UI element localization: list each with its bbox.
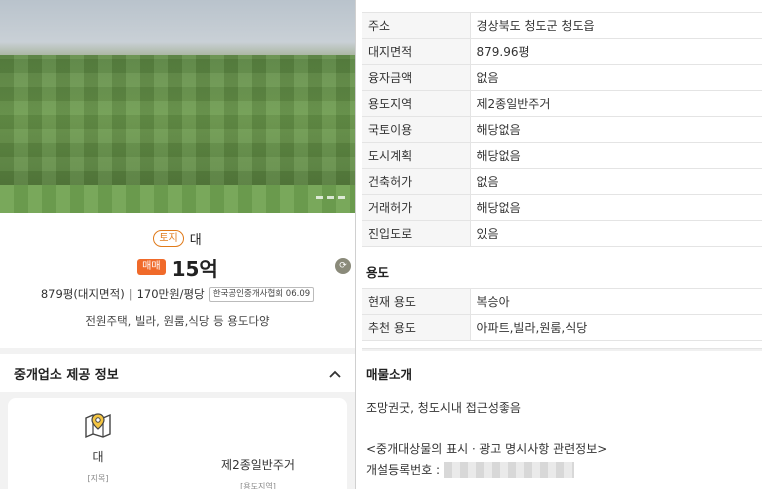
agent-info-card: 대 [지목] 제2종일반주거 [용도지역]: [8, 398, 347, 489]
detail-key: 대지면적: [362, 38, 471, 65]
info-value: 제2종일반주거: [221, 458, 295, 472]
intro-section-title: 매물소개: [366, 367, 413, 382]
agent-info-body: 대 [지목] 제2종일반주거 [용도지역]: [0, 392, 355, 489]
detail-row: 도시계획 해당없음: [362, 142, 762, 169]
redacted-registration-number: [444, 461, 575, 478]
info-label: [지목]: [87, 474, 109, 483]
detail-key: 건축허가: [362, 168, 471, 195]
price: 15억: [171, 256, 218, 281]
map-pin-icon: [85, 413, 111, 439]
detail-value: 해당없음: [470, 142, 762, 169]
chevron-up-icon[interactable]: [329, 366, 341, 381]
intro-text: 조망권굿, 청도시내 접근성좋음: [366, 401, 521, 415]
info-zoning: 제2종일반주거 [용도지역]: [198, 410, 318, 489]
photo-pager-indicator[interactable]: [316, 196, 345, 199]
detail-key: 주소: [362, 12, 471, 39]
detail-key: 거래허가: [362, 194, 471, 221]
detail-row: 주소 경상북도 청도군 청도읍: [362, 12, 762, 39]
detail-row: 융자금액 없음: [362, 64, 762, 91]
detail-key: 국토이용: [362, 116, 471, 143]
property-detail-table: 주소 경상북도 청도군 청도읍 대지면적 879.96평 융자금액 없음 용도지역 제2종일반…: [362, 12, 762, 247]
info-land-category: 대 [지목]: [68, 410, 128, 484]
detail-panel: 주소 경상북도 청도군 청도읍 대지면적 879.96평 융자금액 없음 용도지역 제2종일반…: [356, 0, 773, 489]
agent-info-header[interactable]: 중개업소 제공 정보: [0, 348, 355, 392]
listing-summary: 토지 대 매매 15억 879평(대지면적) | 170만원/평당 한국공인중개…: [0, 228, 355, 329]
detail-value: 879.96평: [470, 38, 762, 65]
detail-row: 추천 용도 아파트,빌라,원룸,식당: [362, 314, 762, 341]
unit-price: 170만원/평당: [136, 287, 205, 301]
property-photo[interactable]: [0, 0, 355, 213]
property-type-badge: 토지: [153, 229, 184, 247]
listing-panel: 토지 대 매매 15억 879평(대지면적) | 170만원/평당 한국공인중개…: [0, 0, 355, 489]
detail-value: 아파트,빌라,원룸,식당: [470, 314, 762, 341]
detail-value: 복승아: [470, 288, 762, 315]
detail-row: 진입도로 있음: [362, 220, 762, 247]
detail-key: 용도지역: [362, 90, 471, 117]
detail-row: 용도지역 제2종일반주거: [362, 90, 762, 117]
detail-row: 거래허가 해당없음: [362, 194, 762, 221]
detail-value: 제2종일반주거: [470, 90, 762, 117]
detail-key: 진입도로: [362, 220, 471, 247]
info-label: [용도지역]: [240, 482, 276, 489]
detail-value: 없음: [470, 168, 762, 195]
detail-key: 도시계획: [362, 142, 471, 169]
registration-label: 개설등록번호 :: [366, 463, 441, 477]
detail-value: 있음: [470, 220, 762, 247]
registration-row: 개설등록번호 :: [366, 461, 575, 478]
detail-value: 없음: [470, 64, 762, 91]
area-text: 879평(대지면적): [40, 287, 125, 301]
detail-value: 해당없음: [470, 194, 762, 221]
detail-key: 현재 용도: [362, 288, 471, 315]
usage-section-title: 용도: [366, 265, 390, 280]
source-badge: 한국공인중개사협회 06.09: [208, 286, 315, 302]
land-category: 대: [189, 232, 202, 248]
detail-row: 국토이용 해당없음: [362, 116, 762, 143]
info-value: 대: [92, 450, 104, 464]
detail-key: 융자금액: [362, 64, 471, 91]
detail-value: 경상북도 청도군 청도읍: [470, 12, 762, 39]
detail-row: 현재 용도 복승아: [362, 288, 762, 315]
detail-row: 건축허가 없음: [362, 168, 762, 195]
section-divider: [362, 348, 762, 351]
separator: |: [128, 287, 133, 301]
detail-key: 추천 용도: [362, 314, 471, 341]
share-icon[interactable]: ⟳: [335, 258, 351, 274]
detail-row: 대지면적 879.96평: [362, 38, 762, 65]
usage-table: 현재 용도 복승아 추천 용도 아파트,빌라,원룸,식당: [362, 288, 762, 341]
deal-type-badge: 매매: [137, 259, 166, 275]
listing-description: 전원주택, 빌라, 원룸,식당 등 용도다양: [85, 314, 270, 328]
agent-info-title: 중개업소 제공 정보: [14, 367, 119, 383]
ad-notice-text: <중개대상물의 표시ㆍ광고 명시사항 관련정보>: [366, 442, 608, 456]
detail-value: 해당없음: [470, 116, 762, 143]
